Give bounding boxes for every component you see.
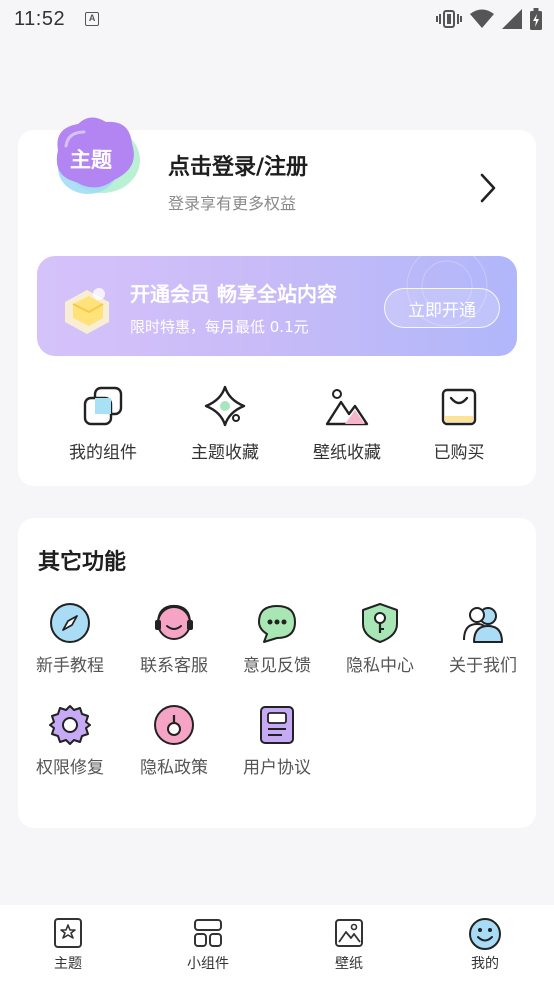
avatar-text: 主题 (70, 148, 112, 172)
func-label: 隐私中心 (346, 656, 414, 676)
document-icon (260, 706, 294, 744)
avatar[interactable]: 主题 (48, 110, 144, 202)
notification-icon: A (85, 12, 100, 26)
status-bar: 11:52 A (0, 0, 554, 38)
sparkle-icon (204, 385, 246, 427)
wifi-icon (470, 9, 494, 28)
widget-icon (194, 919, 222, 947)
quick-action-label: 我的组件 (69, 443, 137, 463)
vip-subtitle: 限时特惠，每月最低 0.1元 (130, 318, 309, 336)
func-privacy-center[interactable]: 隐私中心 (335, 602, 425, 676)
nav-item-mine[interactable]: 我的 (435, 917, 535, 973)
func-about-us[interactable]: 关于我们 (438, 602, 528, 676)
battery-charging-icon (530, 8, 542, 30)
nav-item-wallpaper[interactable]: 壁纸 (299, 917, 399, 973)
bottom-nav: 主题 小组件 壁纸 我的 (0, 905, 554, 985)
gear-icon (49, 705, 91, 745)
func-label: 隐私政策 (140, 758, 208, 778)
func-tutorial[interactable]: 新手教程 (25, 602, 115, 676)
func-label: 意见反馈 (243, 656, 311, 676)
func-privacy-policy[interactable]: 隐私政策 (129, 704, 219, 778)
vip-open-button[interactable]: 立即开通 (384, 288, 500, 328)
chevron-right-icon[interactable] (476, 172, 500, 204)
nav-label: 壁纸 (335, 956, 363, 972)
headset-icon (155, 604, 193, 640)
vibrate-icon (436, 10, 462, 28)
login-subtitle: 登录享有更多权益 (168, 194, 297, 213)
func-label: 权限修复 (36, 758, 104, 778)
quick-action-wallpaper-favorites[interactable]: 壁纸收藏 (287, 384, 407, 463)
func-label: 关于我们 (449, 656, 517, 676)
vip-cube-icon (65, 288, 109, 334)
func-user-agreement[interactable]: 用户协议 (232, 704, 322, 778)
chat-bubble-icon (258, 605, 296, 643)
quick-action-label: 已购买 (433, 443, 485, 463)
func-feedback[interactable]: 意见反馈 (232, 602, 322, 676)
func-label: 联系客服 (140, 656, 208, 676)
nav-label: 我的 (471, 956, 499, 972)
status-time: 11:52 (14, 7, 66, 30)
nav-label: 小组件 (187, 956, 229, 972)
quick-action-label: 主题收藏 (191, 443, 259, 463)
func-customer-service[interactable]: 联系客服 (129, 602, 219, 676)
nav-item-theme[interactable]: 主题 (18, 917, 118, 973)
login-title[interactable]: 点击登录/注册 (168, 149, 308, 181)
quick-action-label: 壁纸收藏 (313, 443, 381, 463)
section-title: 其它功能 (38, 550, 127, 575)
vip-banner[interactable]: 开通会员 畅享全站内容 限时特惠，每月最低 0.1元 立即开通 (37, 256, 517, 356)
shield-key-icon (362, 603, 398, 643)
mountain-icon (325, 389, 369, 426)
smile-icon (469, 918, 501, 950)
theme-icon (54, 918, 82, 948)
nav-item-widgets[interactable]: 小组件 (158, 917, 258, 973)
nav-label: 主题 (54, 956, 82, 972)
func-label: 用户协议 (243, 758, 311, 778)
lock-icon (154, 705, 194, 745)
quick-action-theme-favorites[interactable]: 主题收藏 (165, 384, 285, 463)
quick-action-my-widgets[interactable]: 我的组件 (43, 384, 163, 463)
status-icons (436, 8, 542, 30)
vip-title: 开通会员 畅享全站内容 (130, 282, 337, 306)
users-icon (463, 607, 503, 643)
func-label: 新手教程 (36, 656, 104, 676)
compass-icon (50, 603, 90, 643)
quick-action-purchased[interactable]: 已购买 (399, 384, 519, 463)
func-permission-repair[interactable]: 权限修复 (25, 704, 115, 778)
widgets-icon (83, 386, 123, 426)
wallpaper-icon (335, 919, 363, 947)
bag-icon (441, 388, 477, 426)
signal-icon (502, 9, 522, 29)
